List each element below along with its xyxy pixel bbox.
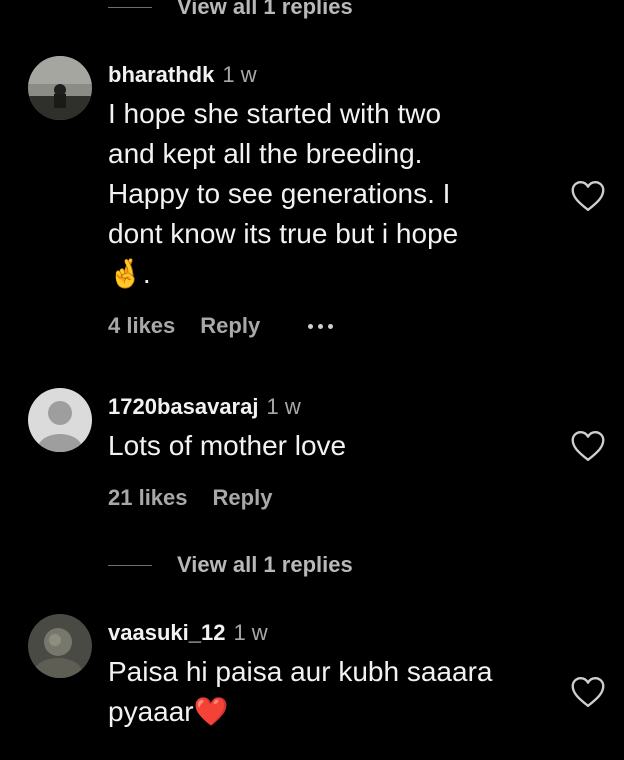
more-dots-icon[interactable] <box>308 323 334 329</box>
comment-line: dont know its true but i hope <box>108 218 459 249</box>
username[interactable]: bharathdk <box>108 62 214 88</box>
comment-line: pyaaar❤️ <box>108 696 229 727</box>
comment-actions: 4 likes Reply <box>108 313 334 339</box>
comment-line: Happy to see generations. I <box>108 178 451 209</box>
likes-count[interactable]: 21 likes <box>108 485 188 511</box>
timestamp: 1 w <box>233 620 268 645</box>
comment-line: Lots of mother love <box>108 430 347 461</box>
comment-line: 🤞. <box>108 258 151 289</box>
person-icon <box>28 388 92 452</box>
avatar[interactable] <box>28 614 92 678</box>
avatar[interactable] <box>28 388 92 452</box>
timestamp: 1 w <box>222 62 257 87</box>
likes-count[interactable]: 4 likes <box>108 313 175 339</box>
heart-outline-icon[interactable] <box>570 430 606 462</box>
username[interactable]: 1720basavaraj <box>108 394 258 420</box>
comment-line: and kept all the breeding. <box>108 138 423 169</box>
comment-line: Paisa hi paisa aur kubh saaara <box>108 656 493 687</box>
comment-header: bharathdk 1 w <box>108 62 257 88</box>
reply-button[interactable]: Reply <box>200 313 260 339</box>
view-replies-top[interactable]: View all 1 replies <box>108 0 353 20</box>
comment-header: vaasuki_12 1 w <box>108 620 268 646</box>
comment-text: I hope she started with two and kept all… <box>108 94 548 294</box>
comment-actions: 21 likes Reply <box>108 485 272 511</box>
avatar[interactable] <box>28 56 92 120</box>
username[interactable]: vaasuki_12 <box>108 620 225 646</box>
replies-divider <box>108 6 152 8</box>
view-replies[interactable]: View all 1 replies <box>108 552 353 578</box>
comment-text: Paisa hi paisa aur kubh saaara pyaaar❤️ <box>108 652 548 732</box>
comment-line: I hope she started with two <box>108 98 442 129</box>
comment-header: 1720basavaraj 1 w <box>108 394 301 420</box>
replies-divider <box>108 564 152 566</box>
reply-button[interactable]: Reply <box>213 485 273 511</box>
timestamp: 1 w <box>266 394 301 419</box>
comment-text: Lots of mother love <box>108 426 548 466</box>
heart-outline-icon[interactable] <box>570 676 606 708</box>
view-replies-label[interactable]: View all 1 replies <box>177 0 353 20</box>
view-replies-label[interactable]: View all 1 replies <box>177 552 353 578</box>
heart-outline-icon[interactable] <box>570 180 606 212</box>
